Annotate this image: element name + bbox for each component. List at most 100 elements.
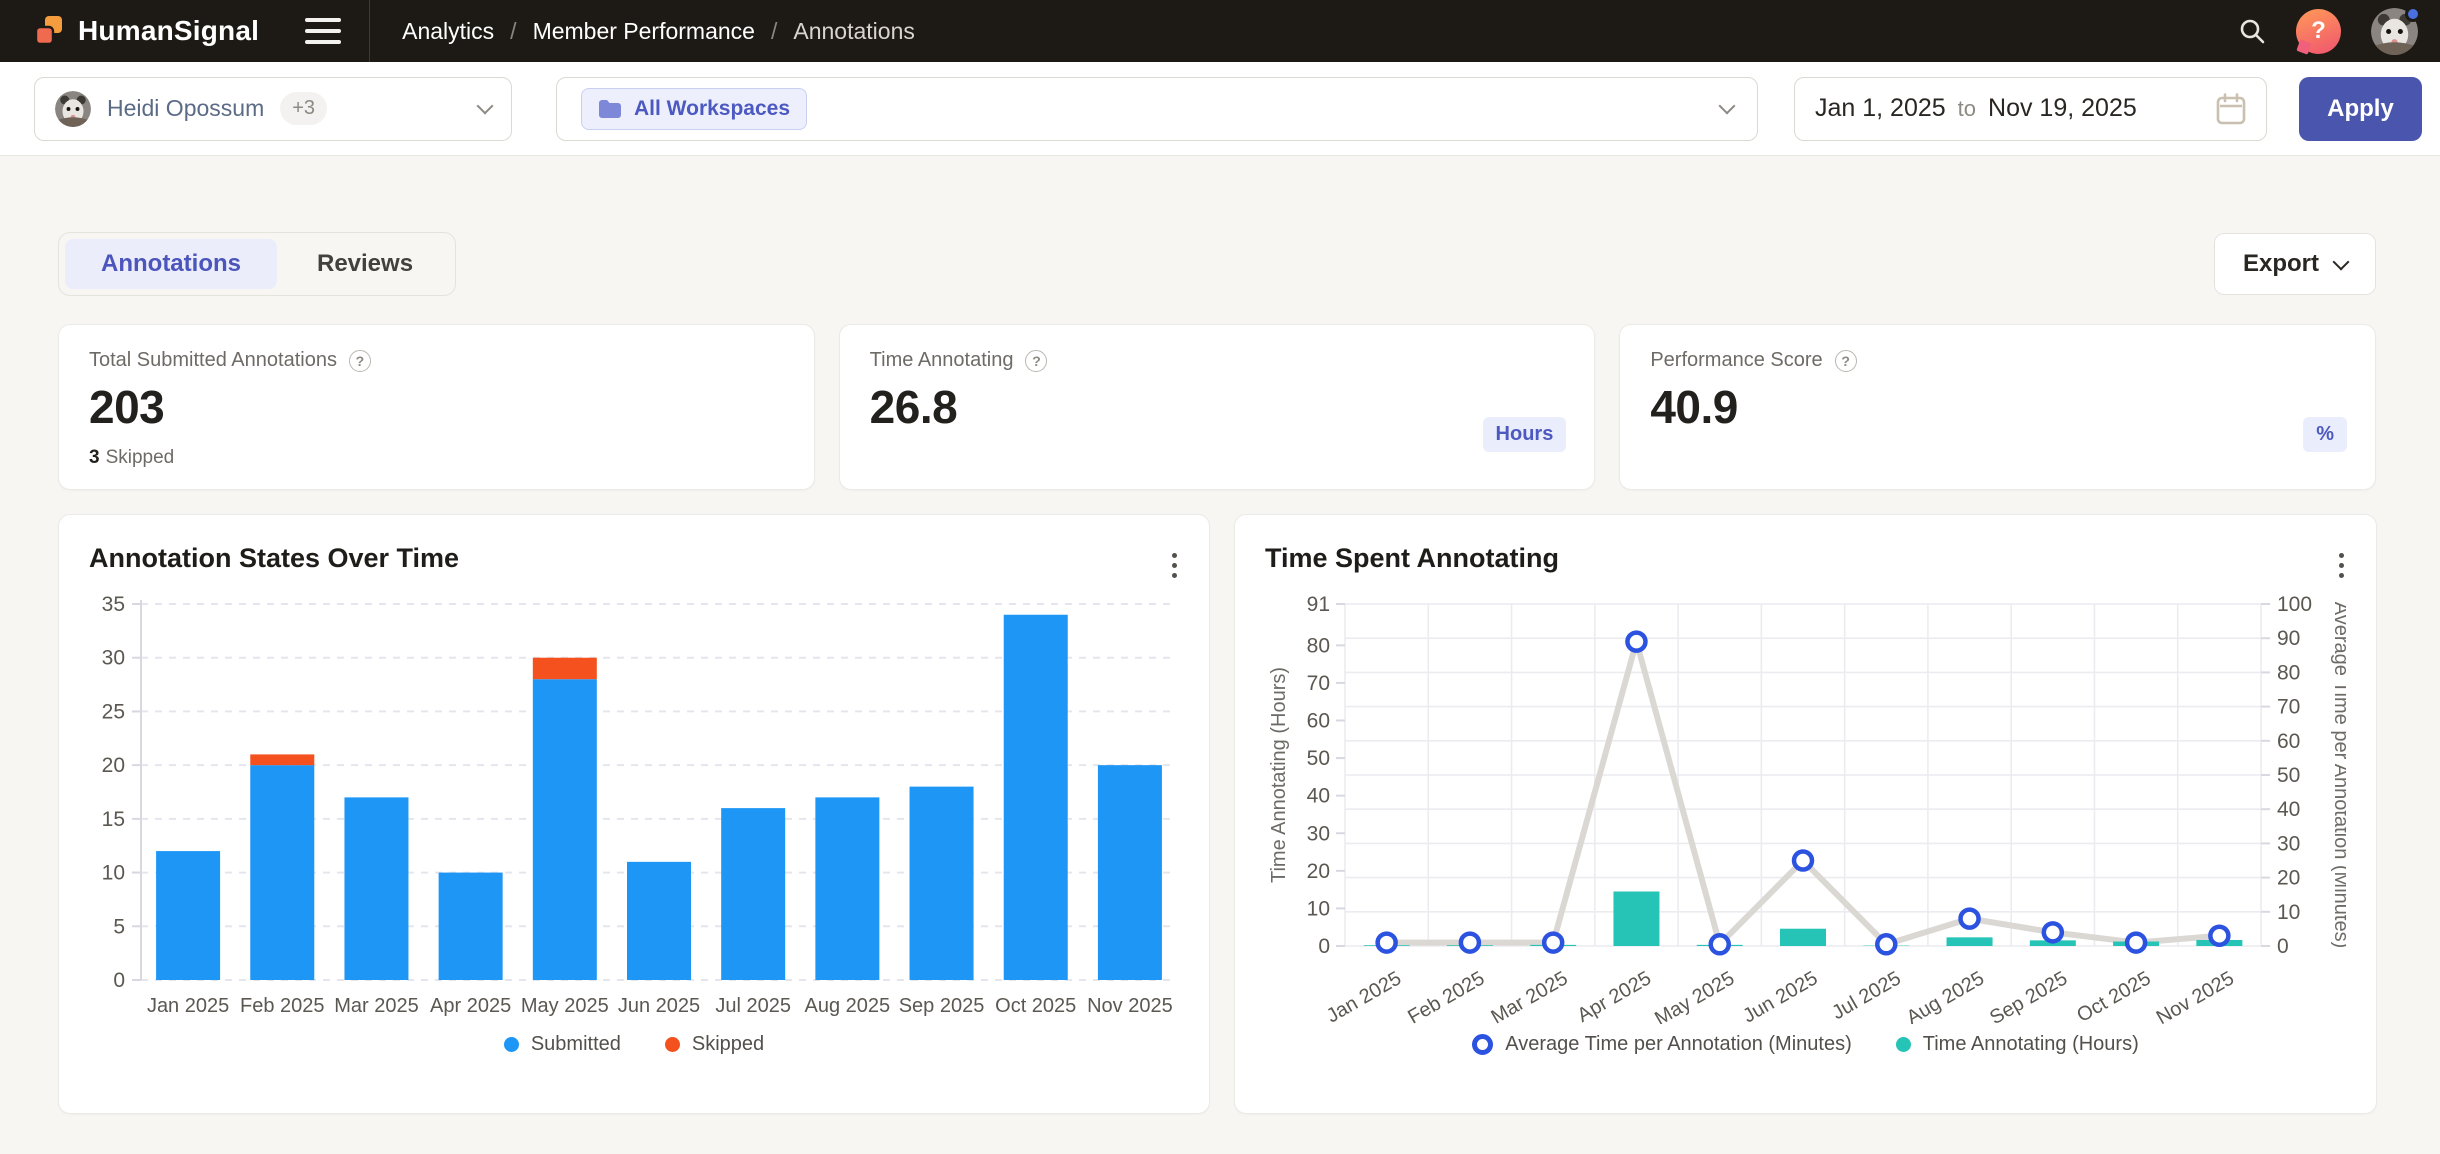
chevron-down-icon bbox=[1719, 97, 1736, 114]
chevron-down-icon bbox=[477, 97, 494, 114]
user-avatar[interactable] bbox=[2371, 8, 2418, 55]
legend-item[interactable]: Skipped bbox=[665, 1033, 764, 1056]
tab-reviews[interactable]: Reviews bbox=[281, 239, 449, 289]
svg-text:30: 30 bbox=[2277, 832, 2300, 855]
svg-text:Jun 2025: Jun 2025 bbox=[1739, 967, 1821, 1024]
breadcrumb-separator: / bbox=[510, 18, 516, 45]
svg-text:90: 90 bbox=[2277, 627, 2300, 650]
workspace-chip[interactable]: All Workspaces bbox=[581, 88, 807, 130]
svg-text:40: 40 bbox=[2277, 798, 2300, 821]
member-avatar bbox=[55, 91, 91, 127]
legend-item[interactable]: Submitted bbox=[504, 1033, 621, 1056]
legend-label: Submitted bbox=[531, 1033, 621, 1056]
annotations-reviews-tabs: Annotations Reviews bbox=[58, 232, 456, 296]
presence-dot bbox=[2405, 6, 2421, 22]
svg-text:Jul 2025: Jul 2025 bbox=[1828, 967, 1904, 1024]
help-icon[interactable]: ? bbox=[349, 350, 371, 372]
line-markers bbox=[1378, 633, 2229, 954]
svg-text:40: 40 bbox=[1307, 785, 1330, 808]
svg-text:Mar 2025: Mar 2025 bbox=[334, 995, 419, 1017]
date-range-input[interactable]: Jan 1, 2025 to Nov 19, 2025 bbox=[1794, 77, 2267, 141]
bars bbox=[156, 615, 1162, 980]
apply-button[interactable]: Apply bbox=[2299, 77, 2422, 141]
unit-badge-hours: Hours bbox=[1483, 417, 1567, 452]
member-select[interactable]: Heidi Opossum +3 bbox=[34, 77, 512, 141]
svg-text:Oct 2025: Oct 2025 bbox=[2073, 967, 2154, 1024]
svg-text:Apr 2025: Apr 2025 bbox=[430, 995, 511, 1017]
svg-text:Sep 2025: Sep 2025 bbox=[899, 995, 985, 1017]
brand-name: HumanSignal bbox=[78, 15, 259, 47]
date-to: Nov 19, 2025 bbox=[1988, 94, 2137, 123]
svg-text:100: 100 bbox=[2277, 593, 2312, 616]
svg-text:30: 30 bbox=[102, 647, 125, 670]
svg-text:20: 20 bbox=[102, 754, 125, 777]
legend-label: Skipped bbox=[692, 1033, 764, 1056]
svg-text:60: 60 bbox=[1307, 710, 1330, 733]
skipped-label: Skipped bbox=[106, 447, 175, 468]
legend-item[interactable]: Time Annotating (Hours) bbox=[1896, 1033, 2139, 1056]
svg-text:Jan 2025: Jan 2025 bbox=[147, 995, 229, 1017]
export-button[interactable]: Export bbox=[2214, 233, 2376, 295]
breadcrumb-annotations: Annotations bbox=[793, 18, 914, 45]
legend-swatch bbox=[1472, 1034, 1493, 1055]
folder-icon bbox=[598, 99, 622, 119]
stat-card-performance-score: Performance Score ? 40.9 % bbox=[1619, 324, 2376, 490]
breadcrumb-member-performance[interactable]: Member Performance bbox=[533, 18, 755, 45]
svg-text:0: 0 bbox=[113, 969, 125, 992]
time-spent-legend: Average Time per Annotation (Minutes) Ti… bbox=[1265, 1033, 2346, 1056]
svg-text:Sep 2025: Sep 2025 bbox=[1986, 967, 2071, 1024]
svg-text:0: 0 bbox=[1318, 935, 1330, 958]
breadcrumb-separator: / bbox=[771, 18, 777, 45]
svg-text:50: 50 bbox=[2277, 764, 2300, 787]
search-icon[interactable] bbox=[2238, 17, 2266, 45]
hamburger-menu-icon[interactable] bbox=[305, 18, 341, 44]
calendar-icon[interactable] bbox=[2216, 93, 2246, 125]
navbar-divider bbox=[369, 0, 370, 62]
left-axis: 0102030405060708091Time Annotating (Hour… bbox=[1268, 593, 1345, 958]
svg-text:91: 91 bbox=[1307, 593, 1330, 616]
stat-card-total-submitted: Total Submitted Annotations ? 203 3Skipp… bbox=[58, 324, 815, 490]
export-label: Export bbox=[2243, 250, 2319, 278]
svg-text:20: 20 bbox=[1307, 860, 1330, 883]
stat-card-title: Performance Score bbox=[1650, 349, 1822, 372]
svg-text:May 2025: May 2025 bbox=[521, 995, 609, 1017]
svg-text:80: 80 bbox=[1307, 634, 1330, 657]
svg-text:20: 20 bbox=[2277, 867, 2300, 890]
legend-swatch bbox=[665, 1037, 680, 1052]
svg-text:70: 70 bbox=[1307, 672, 1330, 695]
stat-card-value: 40.9 bbox=[1650, 380, 2345, 434]
chart-title: Annotation States Over Time bbox=[89, 543, 1179, 574]
stat-card-footnote: 3 Skipped bbox=[89, 447, 174, 469]
time-spent-card: Time Spent Annotating 010203040506070809… bbox=[1234, 514, 2377, 1114]
kebab-menu-icon[interactable] bbox=[1166, 547, 1183, 584]
skipped-count: 3 bbox=[89, 447, 100, 468]
stat-card-title: Total Submitted Annotations bbox=[89, 349, 337, 372]
member-name: Heidi Opossum bbox=[107, 95, 264, 122]
help-icon[interactable]: ? bbox=[1835, 350, 1857, 372]
svg-text:Nov 2025: Nov 2025 bbox=[2153, 967, 2238, 1024]
svg-text:25: 25 bbox=[102, 700, 125, 723]
help-icon[interactable]: ? bbox=[1025, 350, 1047, 372]
svg-text:Jun 2025: Jun 2025 bbox=[618, 995, 700, 1017]
brand-logo: HumanSignal bbox=[34, 15, 259, 47]
svg-text:Average Time per Annotation (M: Average Time per Annotation (Minutes) bbox=[2330, 602, 2346, 948]
workspace-select[interactable]: All Workspaces bbox=[556, 77, 1758, 141]
svg-text:Feb 2025: Feb 2025 bbox=[240, 995, 325, 1017]
top-navbar: HumanSignal Analytics / Member Performan… bbox=[0, 0, 2440, 62]
stat-card-time-annotating: Time Annotating ? 26.8 Hours bbox=[839, 324, 1596, 490]
svg-text:10: 10 bbox=[102, 862, 125, 885]
svg-text:Nov 2025: Nov 2025 bbox=[1087, 995, 1173, 1017]
help-icon[interactable]: ? bbox=[2296, 9, 2341, 54]
svg-text:10: 10 bbox=[1307, 897, 1330, 920]
humansignal-logo-icon bbox=[34, 16, 64, 46]
svg-text:10: 10 bbox=[2277, 901, 2300, 924]
tab-annotations[interactable]: Annotations bbox=[65, 239, 277, 289]
stat-card-title: Time Annotating bbox=[870, 349, 1014, 372]
svg-text:Aug 2025: Aug 2025 bbox=[805, 995, 891, 1017]
breadcrumb-analytics[interactable]: Analytics bbox=[402, 18, 494, 45]
legend-item[interactable]: Average Time per Annotation (Minutes) bbox=[1472, 1033, 1851, 1056]
workspace-chip-label: All Workspaces bbox=[634, 97, 790, 121]
svg-text:Oct 2025: Oct 2025 bbox=[995, 995, 1076, 1017]
svg-text:Mar 2025: Mar 2025 bbox=[1488, 967, 1572, 1024]
kebab-menu-icon[interactable] bbox=[2333, 547, 2350, 584]
